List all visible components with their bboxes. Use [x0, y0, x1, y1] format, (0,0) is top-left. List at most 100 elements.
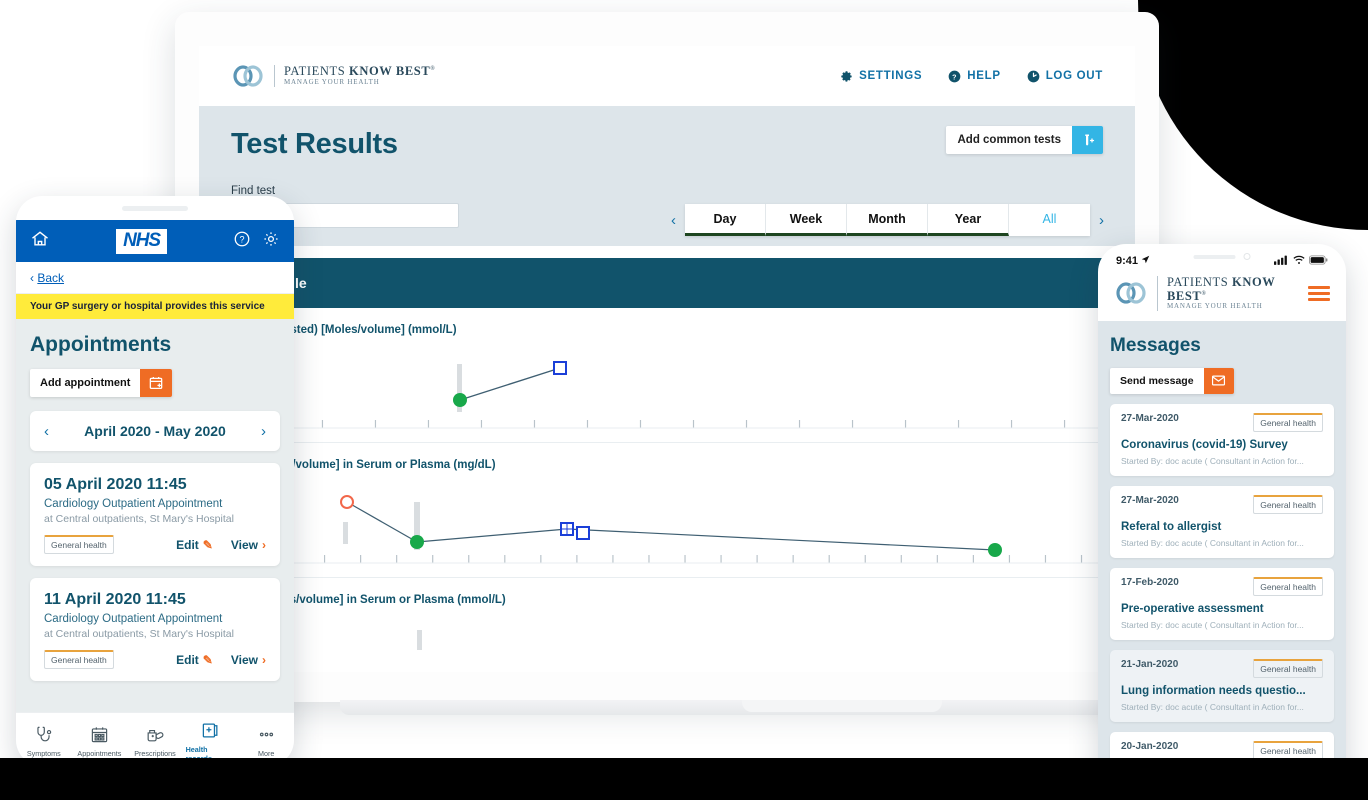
chevron-right-icon: ›: [262, 652, 266, 667]
pkb-name-light: PATIENTS: [1167, 275, 1233, 289]
registered-mark: ®: [1201, 290, 1207, 297]
calendar-icon: [90, 725, 109, 746]
range-prev-arrow[interactable]: ‹: [668, 212, 679, 229]
hamburger-menu-icon[interactable]: [1308, 285, 1330, 301]
ellipsis-icon: [257, 725, 276, 746]
appointment-card[interactable]: 05 April 2020 11:45 Cardiology Outpatien…: [30, 463, 280, 566]
chart-canvas-2[interactable]: [207, 477, 1127, 577]
chart-block-1: Calcium (adjusted) [Moles/volume] (mmol/…: [207, 308, 1127, 443]
wifi-icon: [1293, 252, 1305, 270]
pkb-phone-device: 9:41 PATIENTS KNOW BEST® MANAGE YOUR HEA…: [1098, 244, 1346, 789]
message-date: 27-Mar-2020: [1121, 494, 1179, 506]
registered-mark: ®: [430, 66, 436, 73]
message-list-item[interactable]: 27-Mar-2020 General health Referal to al…: [1110, 485, 1334, 558]
question-circle-icon[interactable]: ?: [233, 230, 251, 253]
tab-month[interactable]: Month: [847, 204, 928, 236]
back-label: Back: [37, 271, 65, 285]
test-tube-plus-icon: [1072, 126, 1103, 154]
tab-health-records[interactable]: Health records: [186, 721, 236, 763]
message-subtitle: Started By: doc acute ( Consultant in Ac…: [1121, 701, 1304, 712]
message-list-item[interactable]: 21-Jan-2020 General health Lung informat…: [1110, 649, 1334, 722]
chart-block-3: Calcium[Moles/volume] in Serum or Plasma…: [207, 578, 1127, 672]
tab-symptoms[interactable]: Symptoms: [19, 725, 69, 758]
chart-canvas-3[interactable]: [207, 612, 1127, 672]
message-subtitle: Started By: doc acute ( Consultant in Ac…: [1121, 619, 1304, 630]
tab-prescriptions[interactable]: Prescriptions: [130, 725, 180, 758]
messages-screen: Messages Send message 27-Mar-2020 Genera…: [1098, 320, 1346, 789]
envelope-icon: [1203, 367, 1234, 394]
nav-settings-label: SETTINGS: [859, 70, 923, 82]
view-label: View: [230, 537, 258, 552]
nhs-logo: NHS: [116, 228, 167, 254]
nav-help[interactable]: ? HELP: [948, 70, 1000, 83]
month-next-chevron[interactable]: ›: [261, 423, 266, 440]
send-message-button[interactable]: Send message: [1110, 367, 1234, 394]
nav-settings[interactable]: SETTINGS: [840, 70, 922, 83]
status-badge: General health: [1253, 658, 1323, 678]
battery-icon: [1309, 252, 1328, 270]
screenshot-stage: PATIENTS KNOW BEST® MANAGE YOUR HEALTH S…: [0, 0, 1368, 800]
message-subtitle: Started By: doc acute ( Consultant in Ac…: [1121, 537, 1304, 548]
send-message-label: Send message: [1120, 374, 1194, 387]
appointment-type: Cardiology Outpatient Appointment: [44, 498, 223, 510]
tab-all[interactable]: All: [1009, 204, 1090, 236]
appointment-card[interactable]: 11 April 2020 11:45 Cardiology Outpatien…: [30, 578, 280, 681]
appointment-type: Cardiology Outpatient Appointment: [44, 613, 223, 625]
message-title: Coronavirus (covid-19) Survey: [1121, 438, 1288, 451]
message-date: 27-Mar-2020: [1121, 412, 1179, 424]
add-common-tests-button[interactable]: Add common tests: [946, 126, 1103, 154]
tab-more[interactable]: More: [241, 725, 291, 758]
pkb-logo-wordmark: PATIENTS KNOW BEST® MANAGE YOUR HEALTH: [1157, 275, 1308, 311]
month-prev-chevron[interactable]: ‹: [44, 423, 49, 440]
pencil-icon: ✎: [202, 537, 213, 552]
edit-appointment-button[interactable]: Edit ✎: [176, 538, 213, 552]
nhs-phone-device: NHS ? ‹ Back Your GP surgery or hospital…: [16, 196, 294, 766]
pkb-tagline: MANAGE YOUR HEALTH: [284, 77, 380, 86]
gear-icon[interactable]: [262, 230, 280, 253]
pkb-logo[interactable]: PATIENTS KNOW BEST® MANAGE YOUR HEALTH: [1114, 275, 1308, 311]
edit-appointment-button[interactable]: Edit ✎: [176, 653, 213, 667]
home-icon[interactable]: [30, 229, 50, 254]
pills-icon: [145, 725, 164, 746]
message-list-item[interactable]: 27-Mar-2020 General health Coronavirus (…: [1110, 403, 1334, 476]
range-tabs: ‹ Day Week Month Year All ›: [668, 204, 1107, 236]
service-banner: Your GP surgery or hospital provides thi…: [16, 294, 294, 319]
message-list-item[interactable]: 17-Feb-2020 General health Pre-operative…: [1110, 567, 1334, 640]
message-title: Referal to allergist: [1121, 520, 1222, 533]
message-subtitle: Started By: doc acute ( Consultant in Ac…: [1121, 455, 1304, 466]
nhs-app-header: NHS ?: [16, 220, 294, 262]
tab-year[interactable]: Year: [928, 204, 1009, 236]
tab-prescriptions-label: Prescriptions: [134, 749, 176, 758]
tab-week[interactable]: Week: [766, 204, 847, 236]
message-date: 20-Jan-2020: [1121, 740, 1179, 752]
month-range-label: April 2020 - May 2020: [84, 423, 226, 439]
group-header-bone-profile: Bone profile: [207, 258, 1127, 308]
appointment-datetime: 05 April 2020 11:45: [44, 476, 187, 493]
range-next-arrow[interactable]: ›: [1096, 212, 1107, 229]
calendar-plus-icon: [140, 369, 173, 397]
pkb-logo-mark-icon: [1114, 280, 1148, 306]
laptop-device-frame: PATIENTS KNOW BEST® MANAGE YOUR HEALTH S…: [175, 12, 1344, 715]
pkb-name-bold: KNOW BEST: [349, 64, 431, 79]
tab-day[interactable]: Day: [685, 204, 766, 236]
appointment-datetime: 11 April 2020 11:45: [44, 591, 186, 608]
chevron-right-icon: ›: [262, 537, 266, 552]
question-circle-icon: ?: [948, 70, 961, 83]
view-appointment-button[interactable]: View ›: [231, 538, 266, 552]
view-appointment-button[interactable]: View ›: [231, 653, 266, 667]
nav-logout[interactable]: LOG OUT: [1027, 70, 1103, 83]
chart-canvas-1[interactable]: [207, 342, 1127, 442]
message-title: Lung information needs questio...: [1121, 684, 1306, 697]
back-link[interactable]: ‹ Back: [16, 262, 294, 294]
status-badge: General health: [44, 650, 114, 669]
cellular-bars-icon: [1274, 252, 1289, 270]
chart-overlay-2: [340, 495, 1002, 557]
phone-speaker-grille: [122, 206, 188, 211]
month-range-selector[interactable]: ‹ April 2020 - May 2020 ›: [30, 411, 280, 451]
tab-appointments[interactable]: Appointments: [74, 725, 124, 758]
pkb-logo[interactable]: PATIENTS KNOW BEST® MANAGE YOUR HEALTH: [231, 63, 435, 89]
appointments-screen: Appointments Add appointment ‹ April 202…: [16, 319, 294, 766]
chart-title-1: Calcium (adjusted) [Moles/volume] (mmol/…: [215, 324, 457, 336]
svg-text:?: ?: [239, 234, 244, 244]
add-appointment-button[interactable]: Add appointment: [30, 369, 173, 397]
